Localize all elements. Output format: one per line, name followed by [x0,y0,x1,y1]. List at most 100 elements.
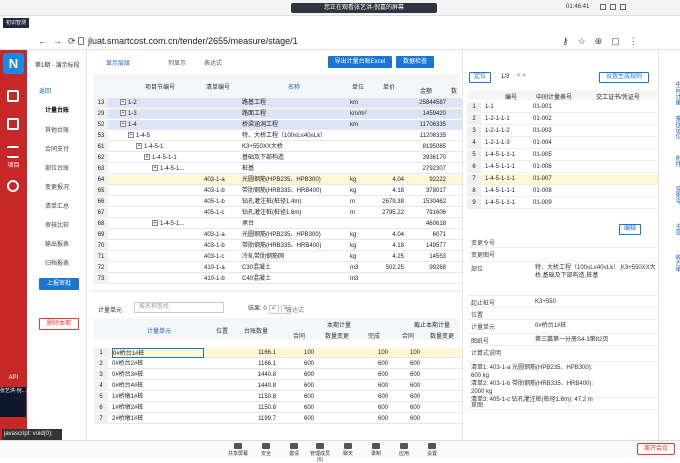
table-row[interactable]: 62 +1-4-5-1-1 基础及下部构造 3936170 [94,153,464,163]
expand-icon[interactable]: + [152,165,158,172]
data-check-button[interactable]: 数据检查 [396,56,434,68]
complete[interactable]: 600 [358,381,388,391]
list-item[interactable]: 5 1-4-5-1-1-1 01-005 [467,150,659,161]
expand-icon[interactable]: + [152,220,158,227]
app-logo-icon[interactable]: N [3,53,24,74]
change[interactable] [318,370,354,380]
nav-item-review[interactable]: 审核比较 [45,220,69,229]
cum-change[interactable] [424,381,458,391]
ledger-qty[interactable]: 1166.1 [244,348,276,358]
nav-item-archive[interactable]: 归档报表 [45,258,69,267]
list-icon[interactable] [7,146,19,158]
unit-name[interactable]: 1#桥墩2#桩 [112,403,204,413]
contract[interactable]: 600 [284,370,314,380]
list-item[interactable]: 9 1-4-5-1-1-1 01-009 [467,198,659,209]
cum-contract[interactable]: 600 [392,381,420,391]
cum-change[interactable] [424,348,458,358]
meeting-2[interactable]: 邀请 [284,443,304,457]
cum-contract[interactable]: 100 [392,348,420,358]
grid-icon[interactable] [7,118,19,130]
change[interactable] [318,414,354,424]
complete[interactable]: 600 [358,370,388,380]
detail-value[interactable]: 0#桥台1#桩 [535,322,659,330]
meeting-7[interactable]: 设置 [422,443,442,457]
side-tab[interactable]: 书签 [659,214,680,244]
contract[interactable]: 600 [284,359,314,369]
cum-contract[interactable]: 600 [392,359,420,369]
change[interactable] [318,348,354,358]
edit-button[interactable]: 编辑 [619,224,641,235]
cum-change[interactable] [424,370,458,380]
export-excel-button[interactable]: 导出计量台账Excel [328,56,392,68]
meeting-1[interactable]: 安全 [256,443,276,457]
screen-share-banner[interactable]: 您正在观看张艺洪-倪嘉的屏幕 [291,3,437,13]
display-level-dropdown[interactable]: 显示层级 [106,58,130,67]
nav-item-contract-pay[interactable]: 合同支付 [45,144,69,153]
cum-contract[interactable]: 600 [392,392,420,402]
unit-name[interactable]: 0#桥台1#桩 [112,348,204,358]
table-row[interactable]: 65 403-1-b 带肋钢筋(HRB335、HRB400) kg 4.18 378017 [94,186,464,196]
change[interactable] [318,392,354,402]
table-row[interactable]: 29 +1-3 路面工程 km/m² 1459420 [94,109,464,119]
list-item[interactable]: 8 1-4-5-1-1-1 01-008 [467,186,659,197]
unit-name[interactable]: 0#桥台2#桩 [112,359,204,369]
panel-divider[interactable] [90,290,462,292]
unit-name[interactable]: 0#桥台3#桩 [112,370,204,380]
ledger-qty[interactable]: 1440.8 [244,381,276,391]
meeting-6[interactable]: 应用 [394,443,414,457]
detail-value[interactable]: 第三篇第一分册S4-3第82页 [535,336,659,344]
submit-approval-button[interactable]: 上报审批 [39,278,79,290]
detail-value[interactable]: 特、大桥工程（100≤L≤40≤Lk）,K3+550XX大桥,基础及下部构造,桩… [535,264,659,280]
list-item[interactable]: 3 1-2-1-1-2 01-003 [467,126,659,137]
maximize-icon[interactable] [610,4,616,10]
cum-change[interactable] [424,359,458,369]
expression-toggle[interactable]: 表达式 [204,58,222,67]
page-nav-icons[interactable]: < > [517,73,526,79]
measure-search-input[interactable]: 按名称查找 [134,302,224,313]
unit-name[interactable]: 0#桥台4#桩 [112,381,204,391]
ledger-qty[interactable]: 1166.1 [244,359,276,369]
locate-button[interactable]: 定位 [469,72,491,83]
expand-icon[interactable]: + [120,121,126,128]
close-icon[interactable] [620,4,626,10]
list-item[interactable]: 4 1-2-1-1-3 01-004 [467,138,659,149]
measure-expression-toggle[interactable]: 表达式 [286,305,304,314]
check-icon[interactable] [7,90,19,102]
expand-icon[interactable]: + [136,143,142,150]
nav-item-change[interactable]: 变更报况 [45,182,69,191]
table-row[interactable]: 53 +1-4-5 特、大桥工程（100≤L≤40≤Lk） 11206335 [94,131,464,141]
table-row[interactable]: 67 405-1-c 钻孔灌注桩(桩径1.6m) m 2795.22 791606 [94,208,464,218]
video-thumbnail[interactable]: 张艺洪-倪... [0,387,26,417]
contract[interactable]: 600 [284,381,314,391]
expand-icon[interactable]: + [128,132,134,139]
side-tab[interactable]: 附件 [659,146,680,176]
table-row[interactable]: 7 2#桥墩1#桩 1199.7 600 600 600 [94,414,464,424]
nav-item-bill-summary[interactable]: 清单汇总 [45,201,69,210]
table-row[interactable]: 69 403-1-a 光圆钢筋(HPB235、HPB300) kg 4.04 6071 [94,230,464,240]
table-row[interactable]: 61 +1-4-5-1 K3+550XX大桥 8195085 [94,142,464,152]
list-item[interactable]: 6 1-4-5-1-1-1 01-006 [467,162,659,173]
unit-name[interactable]: 2#桥墩1#桩 [112,414,204,424]
minimize-icon[interactable] [600,4,606,10]
cum-change[interactable] [424,392,458,402]
side-tab[interactable]: 收方单 [659,248,680,278]
contract[interactable]: 600 [284,403,314,413]
complete[interactable]: 600 [358,414,388,424]
generate-rule-button[interactable]: 设置生成规则 [599,72,649,83]
table-row[interactable]: 5 1#桥墩1#桩 1150.8 600 600 600 [94,392,464,402]
complete[interactable]: 100 [358,348,388,358]
nav-item-ledger[interactable]: 计量台账 [45,105,69,114]
table-row[interactable]: 71 403-1-c 冷轧带肋钢筋网 kg 4.25 14553 [94,252,464,262]
change[interactable] [318,381,354,391]
cum-contract[interactable]: 600 [392,403,420,413]
leave-meeting-button[interactable]: 离开会议 [637,443,675,455]
meeting-5[interactable]: 录制 [366,443,386,457]
nav-item-report[interactable]: 输出报表 [45,239,69,248]
contract[interactable]: 600 [284,414,314,424]
cum-contract[interactable]: 600 [392,370,420,380]
delete-stage-button[interactable]: 删除本期 [39,318,79,330]
detail-value[interactable]: K3+550 [535,298,659,306]
expand-icon[interactable]: + [120,99,126,106]
unit-name[interactable]: 1#桥墩1#桩 [112,392,204,402]
complete[interactable]: 600 [358,403,388,413]
